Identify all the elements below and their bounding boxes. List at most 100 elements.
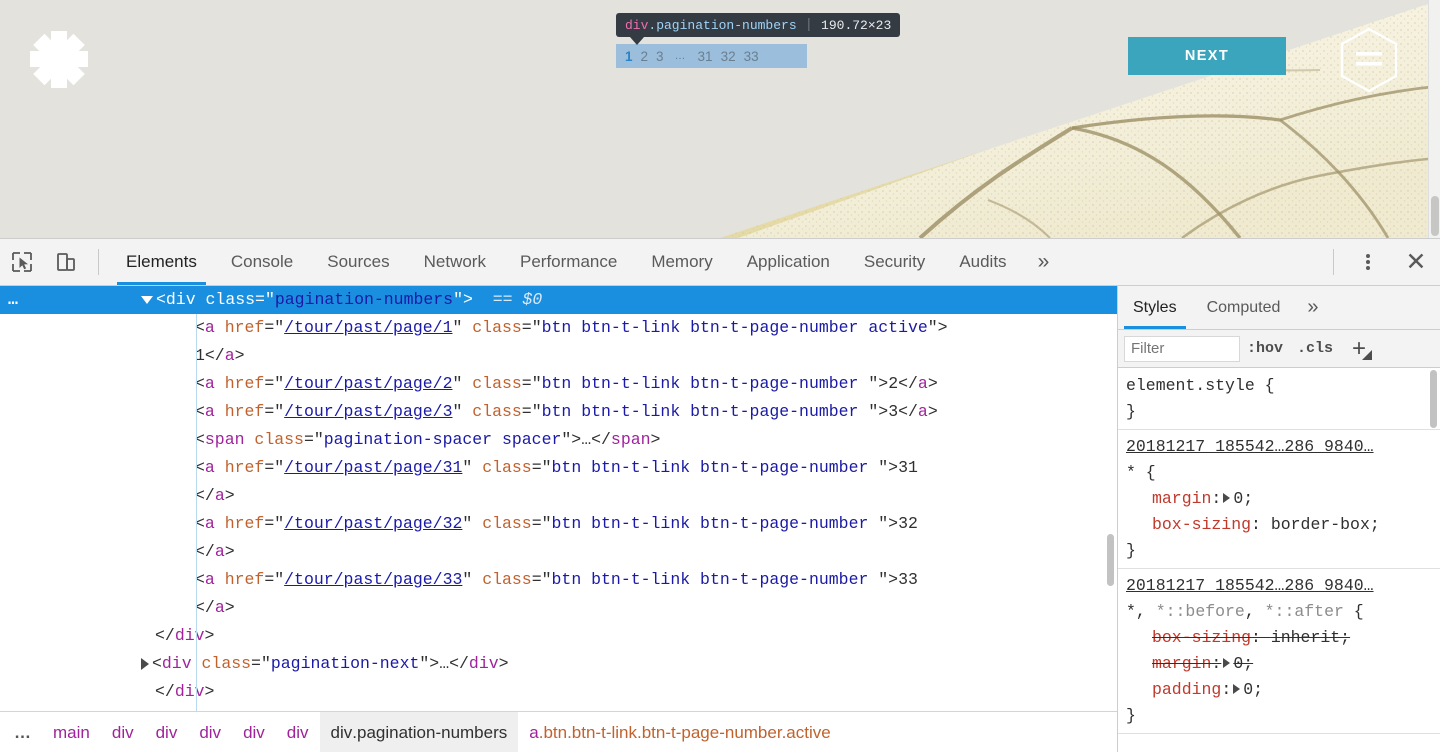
css-property-value[interactable]: 0; — [1243, 680, 1263, 699]
class-editor-button[interactable]: .cls — [1290, 340, 1340, 357]
breadcrumb-item-div[interactable]: div — [101, 712, 145, 752]
breadcrumb-item-a-btn-btn-t-link-btn-t-page-number-active[interactable]: a .btn.btn-t-link.btn-t-page-number.activ… — [518, 712, 841, 752]
inspect-cursor-icon[interactable] — [0, 239, 44, 285]
dom-node[interactable]: </a> — [0, 538, 1117, 566]
expand-shorthand-icon[interactable] — [1223, 492, 1231, 503]
tab-application[interactable]: Application — [730, 239, 847, 285]
page-scrollbar-thumb[interactable] — [1431, 196, 1439, 236]
breadcrumb-item-ellipsis[interactable]: … — [0, 712, 42, 752]
pagination-page-33[interactable]: 33 — [740, 49, 763, 64]
tab-overflow-icon[interactable]: » — [1024, 239, 1064, 285]
dom-node[interactable]: <a href="/tour/past/page/3" class="btn b… — [0, 398, 1117, 426]
kebab-menu-icon[interactable] — [1344, 239, 1392, 285]
css-declaration[interactable]: box-sizing: border-box; — [1126, 512, 1440, 538]
css-property-value[interactable]: 0; — [1233, 489, 1253, 508]
css-declaration[interactable]: padding: 0; — [1126, 677, 1440, 703]
breadcrumb-item-div[interactable]: div — [232, 712, 276, 752]
css-property-name[interactable]: margin — [1152, 654, 1211, 673]
stylesheet-origin-link[interactable]: 20181217_185542…286_9840… — [1126, 434, 1440, 460]
asterisk-logo[interactable] — [28, 27, 90, 92]
tab-console[interactable]: Console — [214, 239, 310, 285]
dom-node[interactable]: <a href="/tour/past/page/33" class="btn … — [0, 566, 1117, 594]
rule-selector[interactable]: * { — [1126, 460, 1440, 486]
device-toolbar-icon[interactable] — [44, 239, 88, 285]
dom-node[interactable]: <span class="pagination-spacer spacer">…… — [0, 426, 1117, 454]
tab-performance[interactable]: Performance — [503, 239, 634, 285]
tab-elements[interactable]: Elements — [109, 239, 214, 285]
rule-selector[interactable]: element.style { — [1126, 373, 1440, 399]
breadcrumb-item-div[interactable]: div — [276, 712, 320, 752]
close-icon[interactable]: ✕ — [1392, 239, 1440, 285]
dom-token-lnk[interactable]: /tour/past/page/31 — [284, 458, 462, 477]
css-property-name[interactable]: margin — [1152, 489, 1211, 508]
dom-scrollbar-thumb[interactable] — [1107, 534, 1114, 586]
tab-security[interactable]: Security — [847, 239, 942, 285]
breadcrumb-tag: … — [14, 722, 32, 742]
css-property-value[interactable]: 0; — [1233, 654, 1253, 673]
chevron-right-icon[interactable] — [141, 657, 149, 670]
dom-node[interactable]: 1</a> — [0, 342, 1117, 370]
dom-token-punct: </ — [155, 626, 175, 645]
rule-selector[interactable]: *, *::before, *::after { — [1126, 599, 1440, 625]
dom-tree-scroll[interactable]: … <div class="pagination-numbers"> == $0 <… — [0, 286, 1117, 711]
tab-audits[interactable]: Audits — [942, 239, 1023, 285]
styles-scrollbar[interactable] — [1428, 370, 1439, 752]
expand-shorthand-icon[interactable] — [1233, 683, 1241, 694]
page-scrollbar[interactable] — [1428, 0, 1440, 238]
css-property-value[interactable]: border-box; — [1271, 515, 1380, 534]
hamburger-hex-icon[interactable] — [1338, 26, 1400, 94]
styles-overflow-icon[interactable]: » — [1295, 286, 1330, 329]
css-space — [1261, 628, 1271, 647]
devtools-body: … <div class="pagination-numbers"> == $0 <… — [0, 286, 1440, 752]
tab-styles[interactable]: Styles — [1118, 286, 1192, 329]
pagination-page-1[interactable]: 1 — [621, 49, 637, 64]
dom-token-lnk[interactable]: /tour/past/page/33 — [284, 570, 462, 589]
dom-token-cls-val: btn btn-t-link btn-t-page-number active — [541, 318, 928, 337]
css-property-name[interactable]: box-sizing — [1152, 515, 1251, 534]
expand-shorthand-icon[interactable] — [1223, 657, 1231, 668]
dom-token-lnk[interactable]: /tour/past/page/2 — [284, 374, 452, 393]
dom-node[interactable]: </div> — [0, 622, 1117, 650]
dom-node[interactable]: </a> — [0, 594, 1117, 622]
css-declaration[interactable]: box-sizing: inherit; — [1126, 625, 1440, 651]
styles-scrollbar-thumb[interactable] — [1430, 370, 1437, 428]
dom-node[interactable]: <a href="/tour/past/page/2" class="btn b… — [0, 370, 1117, 398]
dom-node[interactable]: </a> — [0, 482, 1117, 510]
css-declaration[interactable]: margin: 0; — [1126, 486, 1440, 512]
new-style-rule-button[interactable]: + — [1346, 336, 1373, 362]
dom-token-lnk[interactable]: /tour/past/page/1 — [284, 318, 452, 337]
dom-scrollbar[interactable] — [1105, 286, 1116, 711]
css-property-name[interactable]: box-sizing — [1152, 628, 1251, 647]
css-property-name[interactable]: padding — [1152, 680, 1221, 699]
stylesheet-origin-link[interactable]: 20181217_185542…286_9840… — [1126, 573, 1440, 599]
breadcrumb-item-main[interactable]: main — [42, 712, 101, 752]
dom-token-tag: a — [214, 486, 225, 505]
tab-computed[interactable]: Computed — [1192, 286, 1296, 329]
pagination-page-32[interactable]: 32 — [717, 49, 740, 64]
dom-node[interactable]: </div> — [0, 678, 1117, 706]
css-property-value[interactable]: inherit; — [1271, 628, 1350, 647]
dom-node[interactable]: <a href="/tour/past/page/31" class="btn … — [0, 454, 1117, 482]
dom-token-lnk[interactable]: /tour/past/page/32 — [284, 514, 462, 533]
breadcrumb-item-div[interactable]: div — [188, 712, 232, 752]
dom-node[interactable]: <div class="pagination-next">…</div> — [0, 650, 1117, 678]
breadcrumb-item-div-pagination-numbers[interactable]: div .pagination-numbers — [319, 712, 519, 752]
dom-node[interactable]: <a href="/tour/past/page/32" class="btn … — [0, 510, 1117, 538]
tab-memory[interactable]: Memory — [634, 239, 729, 285]
pagination-page-31[interactable]: 31 — [694, 49, 717, 64]
dom-token-tag: span — [610, 430, 651, 449]
next-button[interactable]: NEXT — [1128, 37, 1286, 75]
css-declaration[interactable]: margin: 0; — [1126, 651, 1440, 677]
style-filter-input[interactable] — [1124, 335, 1240, 362]
breadcrumb-item-div[interactable]: div — [145, 712, 189, 752]
chevron-down-icon[interactable] — [141, 295, 153, 304]
pagination-page-3[interactable]: 3 — [652, 49, 668, 64]
dom-node-ellipsis[interactable]: … — [8, 286, 19, 314]
dom-node[interactable]: <a href="/tour/past/page/1" class="btn b… — [0, 314, 1117, 342]
hover-state-button[interactable]: :hov — [1240, 340, 1290, 357]
tab-network[interactable]: Network — [407, 239, 503, 285]
tab-sources[interactable]: Sources — [310, 239, 406, 285]
pagination-page-2[interactable]: 2 — [637, 49, 653, 64]
dom-node-selected[interactable]: … <div class="pagination-numbers"> == $0 — [0, 286, 1117, 314]
dom-token-lnk[interactable]: /tour/past/page/3 — [284, 402, 452, 421]
